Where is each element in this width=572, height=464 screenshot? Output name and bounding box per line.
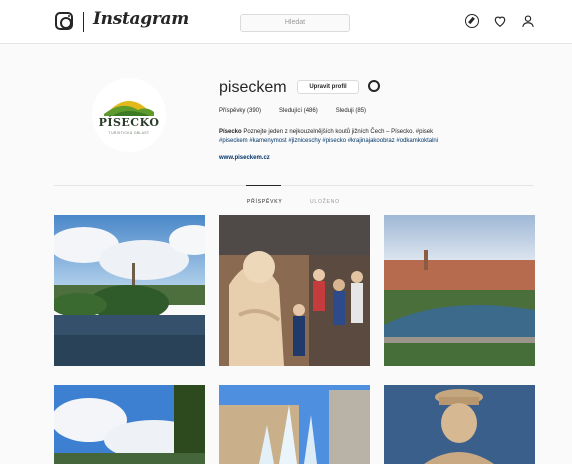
brand-divider [83, 12, 84, 32]
profile-bio: Písecko Poznejte jeden z nejkouzelnějšíc… [219, 128, 509, 146]
search-input[interactable]: Hledat [240, 14, 350, 32]
post-thumbnail[interactable] [219, 385, 370, 464]
instagram-camera-icon[interactable] [55, 12, 73, 30]
active-tab-indicator [246, 185, 281, 186]
post-thumbnail[interactable] [384, 215, 535, 366]
following-count[interactable]: Sleduji (85) [336, 108, 366, 114]
tabs-divider [54, 185, 534, 186]
avatar-logo-subtext: TURISTICKÁ OBLAST [108, 131, 150, 135]
post-thumbnail[interactable] [54, 385, 205, 464]
top-navigation-bar: Instagram Hledat [0, 0, 572, 44]
profile-username: piseckem [219, 79, 287, 96]
compass-icon[interactable] [465, 14, 479, 28]
bio-hashtags[interactable]: #piseckem #kamenymost #jizniceschy #pise… [219, 138, 438, 144]
edit-profile-button[interactable]: Upravit profil [297, 80, 359, 94]
profile-stats: Příspěvky (390) Sledující (486) Sleduji … [219, 108, 366, 114]
heart-icon[interactable] [493, 14, 507, 28]
post-thumbnail[interactable] [219, 215, 370, 366]
user-icon[interactable] [521, 14, 535, 28]
instagram-wordmark[interactable]: Instagram [93, 9, 189, 29]
bio-name: Písecko [219, 129, 242, 135]
tab-posts[interactable]: PŘÍSPĚVKY [247, 199, 283, 205]
post-thumbnail[interactable] [54, 215, 205, 366]
bio-text: Poznejte jeden z nejkouzelnějších koutů … [241, 129, 434, 135]
profile-website-link[interactable]: www.piseckem.cz [219, 155, 270, 161]
tab-saved[interactable]: ULOŽENO [310, 199, 340, 205]
gear-icon[interactable] [368, 80, 380, 92]
followers-count[interactable]: Sledující (486) [279, 108, 318, 114]
profile-avatar[interactable]: PÍSECKO TURISTICKÁ OBLAST [92, 78, 166, 152]
pisecko-logo-icon [104, 101, 154, 116]
posts-count: Příspěvky (390) [219, 108, 262, 114]
avatar-logo-text: PÍSECKO [98, 116, 160, 129]
post-thumbnail[interactable] [384, 385, 535, 464]
